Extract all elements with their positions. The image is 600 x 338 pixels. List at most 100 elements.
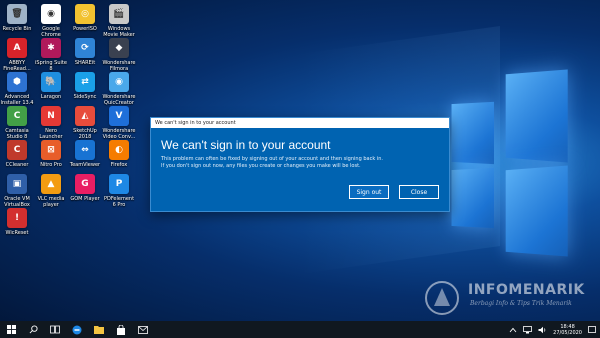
store-taskbar-button[interactable] xyxy=(110,321,132,338)
nero-launcher-icon: N xyxy=(41,106,61,126)
sign-out-button[interactable]: Sign out xyxy=(349,185,389,199)
desktop-icon-label: Advanced Installer 13.4 xyxy=(0,94,34,106)
taskbar: 18:48 27/05/2020 xyxy=(0,321,600,338)
desktop-icon-label: Firefox xyxy=(110,162,128,168)
watermark-logo-icon xyxy=(425,281,459,315)
desktop-icon-label: TeamViewer xyxy=(69,162,101,168)
desktop-icon-google-chrome[interactable]: ◉ Google Chrome xyxy=(33,4,69,38)
desktop-icon-label: Google Chrome xyxy=(41,26,61,38)
desktop-icon-label: Wondershare Filmora xyxy=(102,60,136,72)
desktop-icon-label: Wondershare QuicCreator xyxy=(102,94,136,106)
volume-icon[interactable] xyxy=(538,326,547,334)
desktop-icon-sketchup[interactable]: ◭ SketchUp 2018 xyxy=(67,106,103,140)
desktop-icon-label: Nero Launcher xyxy=(39,128,63,140)
pdfelement-icon: P xyxy=(109,174,129,194)
abbyy-finereader-icon: A xyxy=(7,38,27,58)
search-button[interactable] xyxy=(22,321,44,338)
sketchup-icon: ◭ xyxy=(75,106,95,126)
wondershare-video-converter-icon: V xyxy=(109,106,129,126)
desktop-icon-label: Nitro Pro xyxy=(40,162,62,168)
laragon-icon: 🐘 xyxy=(41,72,61,92)
wondershare-quiccreator-icon: ◉ xyxy=(109,72,129,92)
desktop-icon-label: iSpring Suite 8 xyxy=(35,60,67,72)
desktop-icon-wondershare-quiccreator[interactable]: ◉ Wondershare QuicCreator xyxy=(101,72,137,106)
mail-taskbar-button[interactable] xyxy=(132,321,154,338)
desktop-icon-label: SHAREit xyxy=(74,60,96,66)
dialog-message: This problem can often be fixed by signi… xyxy=(161,156,431,170)
desktop-icon-label: GOM Player xyxy=(70,196,100,202)
desktop-icon-label: PDFelement 6 Pro xyxy=(103,196,135,208)
desktop-icon-label: PowerISO xyxy=(73,26,97,32)
desktop-icon-firefox[interactable]: ◐ Firefox xyxy=(101,140,137,168)
desktop-icon-label: Windows Movie Maker xyxy=(103,26,135,38)
desktop-icon-windows-movie-maker[interactable]: 🎬 Windows Movie Maker xyxy=(101,4,137,38)
task-view-button[interactable] xyxy=(44,321,66,338)
desktop-icon-label: Oracle VM VirtualBox xyxy=(4,196,30,208)
desktop-icon-ccleaner[interactable]: C CCleaner xyxy=(0,140,35,168)
task-view-icon xyxy=(50,325,60,334)
network-icon[interactable] xyxy=(523,325,533,334)
taskbar-clock[interactable]: 18:48 27/05/2020 xyxy=(553,324,582,336)
chevron-up-icon[interactable] xyxy=(509,327,517,333)
desktop-icon-teamviewer[interactable]: ⇔ TeamViewer xyxy=(67,140,103,168)
advanced-installer-icon: ⬢ xyxy=(7,72,27,92)
mail-icon xyxy=(138,325,148,334)
desktop-icon-label: Recycle Bin xyxy=(2,26,32,32)
sign-in-error-dialog: We can't sign in to your account We can'… xyxy=(150,117,450,212)
file-explorer-taskbar-button[interactable] xyxy=(88,321,110,338)
desktop-icon-recycle-bin[interactable]: 🗑 Recycle Bin xyxy=(0,4,35,32)
sidesync-icon: ⇄ xyxy=(75,72,95,92)
desktop-icon-label: ABBYY FineRead... xyxy=(3,60,31,72)
desktop-icon-camtasia-studio[interactable]: C Camtasia Studio 8 xyxy=(0,106,35,140)
wicreset-icon: ! xyxy=(7,208,27,228)
desktop-icon-label: Camtasia Studio 8 xyxy=(5,128,29,140)
dialog-titlebar: We can't sign in to your account xyxy=(151,118,449,128)
google-chrome-icon: ◉ xyxy=(41,4,61,24)
desktop-icon-poweriso[interactable]: ◎ PowerISO xyxy=(67,4,103,32)
action-center-icon[interactable] xyxy=(588,325,596,334)
system-tray: 18:48 27/05/2020 xyxy=(509,321,596,338)
recycle-bin-icon: 🗑 xyxy=(7,4,27,24)
folder-icon xyxy=(94,326,104,334)
dialog-message-line2: If you don't sign out now, any files you… xyxy=(161,163,361,169)
desktop-icon-label: CCleaner xyxy=(5,162,29,168)
desktop: 🗑 Recycle Bin ◉ Google Chrome ◎ PowerISO 🎬 Wind… xyxy=(0,0,600,338)
desktop-icon-vlc-media-player[interactable]: ▲ VLC media player xyxy=(33,174,69,208)
windows-start-icon xyxy=(6,325,16,334)
oracle-vm-virtualbox-icon: ▣ xyxy=(7,174,27,194)
teamviewer-icon: ⇔ xyxy=(75,140,95,160)
edge-icon xyxy=(72,325,82,334)
desktop-icon-nero-launcher[interactable]: N Nero Launcher xyxy=(33,106,69,140)
desktop-icon-shareit[interactable]: ⟳ SHAREit xyxy=(67,38,103,66)
start-button[interactable] xyxy=(0,321,22,338)
desktop-icon-pdfelement[interactable]: P PDFelement 6 Pro xyxy=(101,174,137,208)
desktop-icon-label: Laragon xyxy=(40,94,62,100)
edge-taskbar-button[interactable] xyxy=(66,321,88,338)
desktop-icon-wondershare-video-converter[interactable]: V Wondershare Video Conv... xyxy=(101,106,137,140)
wondershare-filmora-icon: ◆ xyxy=(109,38,129,58)
desktop-icon-label: VLC media player xyxy=(37,196,65,208)
desktop-icon-wondershare-filmora[interactable]: ◆ Wondershare Filmora xyxy=(101,38,137,72)
store-bag-icon xyxy=(117,324,125,335)
shareit-icon: ⟳ xyxy=(75,38,95,58)
desktop-icon-ispring-suite[interactable]: ✱ iSpring Suite 8 xyxy=(33,38,69,72)
windows-movie-maker-icon: 🎬 xyxy=(109,4,129,24)
desktop-icon-label: SideSync xyxy=(73,94,97,100)
desktop-icon-advanced-installer[interactable]: ⬢ Advanced Installer 13.4 xyxy=(0,72,35,106)
close-button[interactable]: Close xyxy=(399,185,439,199)
desktop-icon-sidesync[interactable]: ⇄ SideSync xyxy=(67,72,103,100)
desktop-icon-abbyy-finereader[interactable]: A ABBYY FineRead... xyxy=(0,38,35,72)
desktop-icon-oracle-vm-virtualbox[interactable]: ▣ Oracle VM VirtualBox xyxy=(0,174,35,208)
watermark-subtitle: Berbagi Info & Tips Trik Menarik xyxy=(470,300,572,307)
desktop-icon-label: WicReset xyxy=(5,230,29,236)
search-icon xyxy=(29,325,38,334)
camtasia-studio-icon: C xyxy=(7,106,27,126)
desktop-icon-gom-player[interactable]: G GOM Player xyxy=(67,174,103,202)
dialog-message-line1: This problem can often be fixed by signi… xyxy=(161,156,383,162)
desktop-icon-nitro-pro[interactable]: ⊠ Nitro Pro xyxy=(33,140,69,168)
desktop-icon-laragon[interactable]: 🐘 Laragon xyxy=(33,72,69,100)
desktop-icon-label: Wondershare Video Conv... xyxy=(102,128,136,140)
desktop-icon-wicreset[interactable]: ! WicReset xyxy=(0,208,35,236)
poweriso-icon: ◎ xyxy=(75,4,95,24)
watermark: INFOMENARIK Berbagi Info & Tips Trik Men… xyxy=(414,278,594,318)
